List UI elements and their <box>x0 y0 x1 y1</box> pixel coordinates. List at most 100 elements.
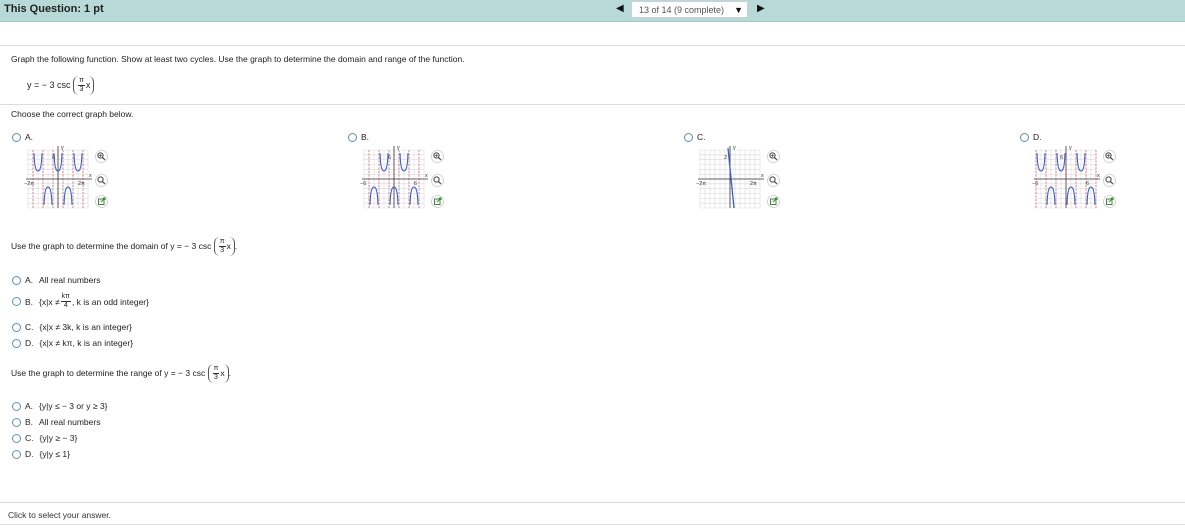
radio-button[interactable] <box>12 275 21 285</box>
divider <box>0 104 1185 105</box>
option-label: D. <box>25 449 34 459</box>
zoom-out-icon[interactable] <box>1103 174 1116 187</box>
expand-icon[interactable] <box>95 195 108 208</box>
x-axis-label: x <box>425 173 428 179</box>
option-label: D. <box>25 338 34 348</box>
radio-button[interactable] <box>684 132 693 142</box>
y-tick-label: 6 <box>1060 155 1063 161</box>
x-axis-label: x <box>1097 173 1100 179</box>
option-label: B. <box>361 132 370 142</box>
question-points: This Question: 1 pt <box>4 3 104 15</box>
y-axis-label: y <box>61 145 64 151</box>
option-text: {y|y ≤ 1} <box>39 449 71 459</box>
domain-option-d[interactable]: D. {x|x ≠ kπ, k is an integer} <box>12 338 133 348</box>
graph-thumbnail[interactable]: y x 6 −2π 2π <box>24 144 102 214</box>
option-text: All real numbers <box>39 417 101 427</box>
question-selector-dropdown[interactable]: 13 of 14 (9 complete) ▼ <box>631 1 748 18</box>
x-tick-label-negative: −6 <box>360 181 366 187</box>
zoom-in-icon[interactable] <box>767 150 780 163</box>
zoom-out-icon[interactable] <box>767 174 780 187</box>
domain-prompt: Use the graph to determine the domain of… <box>11 237 238 256</box>
graph-option-b[interactable]: B. y x 6 −6 6 <box>348 132 478 214</box>
x-tick-label-positive: 2π <box>78 181 85 187</box>
range-option-b[interactable]: B. All real numbers <box>12 417 100 427</box>
domain-option-c[interactable]: C. {x|x ≠ 3k, k is an integer} <box>12 322 132 332</box>
next-question-icon[interactable]: ▶ <box>757 3 765 14</box>
question-prompt: Graph the following function. Show at le… <box>11 54 465 64</box>
option-text: {y|y ≥ − 3} <box>39 433 78 443</box>
radio-button[interactable] <box>12 338 21 348</box>
radio-button[interactable] <box>348 132 357 142</box>
expand-icon[interactable] <box>1103 195 1116 208</box>
range-option-a[interactable]: A. {y|y ≤ − 3 or y ≥ 3} <box>12 401 108 411</box>
arg-denominator: 3 <box>79 86 84 93</box>
divider <box>0 502 1185 503</box>
arg-numerator: π <box>78 77 85 86</box>
radio-button[interactable] <box>12 132 21 142</box>
radio-button[interactable] <box>12 449 21 459</box>
option-text: All real numbers <box>39 275 101 285</box>
graph-option-a[interactable]: A. y x 6 −2π 2π <box>12 132 142 214</box>
radio-button[interactable] <box>12 297 21 306</box>
function-curve <box>727 147 735 209</box>
zoom-in-icon[interactable] <box>1103 150 1116 163</box>
option-label: C. <box>25 433 34 443</box>
zoom-out-icon[interactable] <box>95 174 108 187</box>
graph-option-d[interactable]: D. y x 6 −6 6 <box>1020 132 1150 214</box>
option-label: A. <box>25 132 34 142</box>
previous-question-icon[interactable]: ◀ <box>616 3 624 14</box>
expand-icon[interactable] <box>431 195 444 208</box>
option-label: C. <box>25 322 34 332</box>
x-tick-label-positive: 6 <box>1086 181 1089 187</box>
arg-numerator: π <box>212 365 220 374</box>
y-tick-label: 6 <box>52 155 55 161</box>
range-prompt: Use the graph to determine the range of … <box>11 364 232 383</box>
graph-thumbnail[interactable]: y x 6 −6 6 <box>360 144 438 214</box>
function-equation: y = − 3 csc π3x <box>27 76 95 95</box>
radio-button[interactable] <box>12 433 21 443</box>
divider <box>0 45 1185 46</box>
domain-option-a[interactable]: A. All real numbers <box>12 275 100 285</box>
graph-option-c[interactable]: C. y x 2 −2π 2π <box>684 132 814 214</box>
y-axis-label: y <box>733 145 736 151</box>
question-progress: 13 of 14 (9 complete) <box>639 5 725 15</box>
x-axis-label: x <box>761 173 764 179</box>
zoom-in-icon[interactable] <box>431 150 444 163</box>
domain-option-b[interactable]: B. {x|x ≠ kπ 4 , k is an odd integer} <box>12 293 149 310</box>
question-header-bar: This Question: 1 pt ◀ 13 of 14 (9 comple… <box>0 0 1185 22</box>
arg-denominator: 3 <box>220 247 225 254</box>
x-tick-label-negative: −2π <box>696 181 706 187</box>
range-prompt-text: Use the graph to determine the range of … <box>11 367 206 378</box>
zoom-out-icon[interactable] <box>431 174 444 187</box>
y-axis-label: y <box>1069 145 1072 151</box>
option-label: A. <box>25 275 34 285</box>
domain-prompt-text: Use the graph to determine the domain of… <box>11 240 212 251</box>
footer-hint: Click to select your answer. <box>8 510 111 520</box>
graph-thumbnail[interactable]: y x 6 −6 6 <box>1032 144 1110 214</box>
graph-thumbnail[interactable]: y x 2 −2π 2π <box>696 144 774 214</box>
range-option-c[interactable]: C. {y|y ≥ − 3} <box>12 433 77 443</box>
option-text: {x|x ≠ <box>39 296 60 307</box>
chevron-down-icon: ▼ <box>734 5 743 15</box>
radio-button[interactable] <box>1020 132 1029 142</box>
arg-variable: x <box>220 367 225 378</box>
range-option-d[interactable]: D. {y|y ≤ 1} <box>12 449 70 459</box>
option-text: , k is an odd integer} <box>71 296 149 307</box>
x-tick-label-positive: 6 <box>414 181 417 187</box>
option-text: {x|x ≠ 3k, k is an integer} <box>39 322 132 332</box>
frac-numerator: kπ <box>60 293 71 302</box>
radio-button[interactable] <box>12 417 21 427</box>
option-label: A. <box>25 401 34 411</box>
radio-button[interactable] <box>12 401 21 411</box>
option-text: {x|x ≠ kπ, k is an integer} <box>39 338 134 348</box>
arg-denominator: 3 <box>214 374 218 381</box>
radio-button[interactable] <box>12 322 21 332</box>
y-tick-label: 2 <box>724 155 727 161</box>
arg-variable: x <box>226 240 231 251</box>
x-tick-label-negative: −2π <box>24 181 34 187</box>
zoom-in-icon[interactable] <box>95 150 108 163</box>
arg-variable: x <box>85 79 91 90</box>
x-axis-label: x <box>89 173 92 179</box>
y-tick-label: 6 <box>388 155 391 161</box>
expand-icon[interactable] <box>767 195 780 208</box>
